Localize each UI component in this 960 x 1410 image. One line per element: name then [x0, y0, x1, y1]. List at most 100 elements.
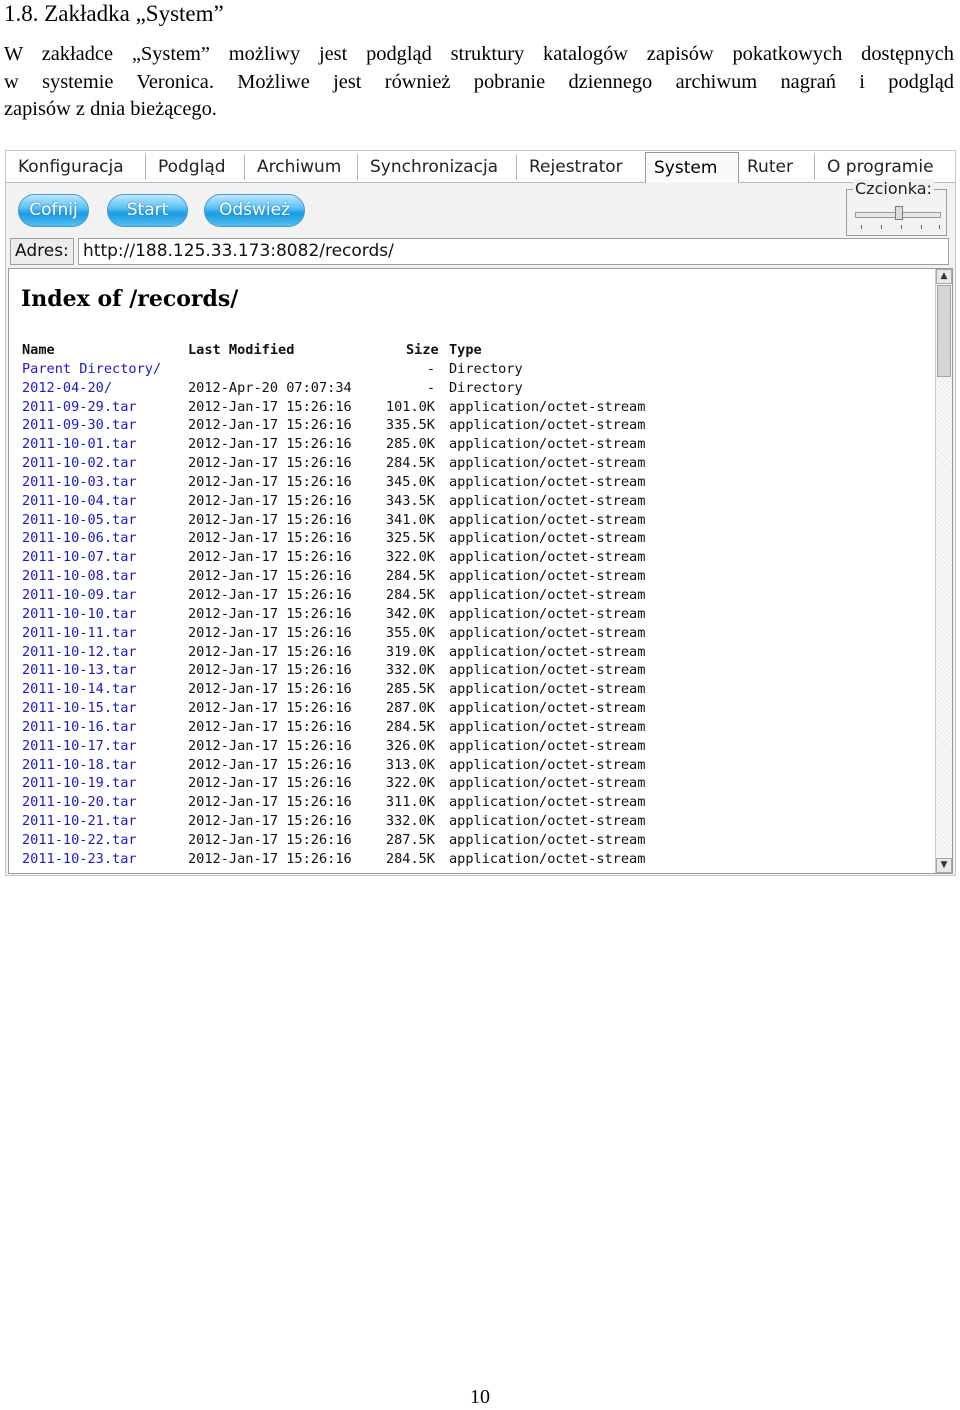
scroll-down-arrow-icon[interactable]: ▼ — [936, 858, 952, 873]
page-title: Index of /records/ — [21, 286, 239, 312]
last-modified-cell: 2012-Jan-17 15:26:16 — [188, 398, 352, 415]
last-modified-cell: 2012-Jan-17 15:26:16 — [188, 549, 352, 566]
type-cell: application/octet-stream — [449, 794, 646, 811]
type-cell: Directory — [449, 379, 523, 396]
address-input[interactable]: http://188.125.33.173:8082/records/ — [78, 238, 949, 265]
column-header-type[interactable]: Type — [449, 341, 482, 360]
scroll-up-arrow-icon[interactable]: ▲ — [936, 269, 952, 284]
file-name-link[interactable]: Parent Directory/ — [22, 360, 161, 379]
file-name-link[interactable]: 2011-10-05.tar — [22, 511, 137, 530]
type-cell: application/octet-stream — [449, 492, 646, 509]
type-cell: application/octet-stream — [449, 530, 646, 547]
tab-konfiguracja[interactable]: Konfiguracja — [10, 154, 146, 180]
type-cell: application/octet-stream — [449, 436, 646, 453]
back-button[interactable]: Cofnij — [18, 194, 89, 227]
start-button[interactable]: Start — [107, 194, 188, 227]
file-name-link[interactable]: 2011-10-06.tar — [22, 529, 137, 548]
type-cell: application/octet-stream — [449, 624, 646, 641]
file-name-link[interactable]: 2011-10-17.tar — [22, 737, 137, 756]
size-cell: 287.5K — [385, 831, 435, 848]
size-cell: 325.5K — [385, 530, 435, 547]
file-name-link[interactable]: 2011-10-22.tar — [22, 831, 137, 850]
column-header-last-modified[interactable]: Last Modified — [188, 341, 294, 360]
scrollbar-thumb[interactable] — [937, 285, 951, 377]
last-modified-cell: 2012-Jan-17 15:26:16 — [188, 417, 352, 434]
size-cell: 101.0K — [385, 398, 435, 415]
file-name-link[interactable]: 2011-10-20.tar — [22, 793, 137, 812]
tab-system[interactable]: System — [645, 152, 739, 183]
file-name-link[interactable]: 2011-10-21.tar — [22, 812, 137, 831]
column-header-name[interactable]: Name — [22, 341, 55, 360]
file-name-link[interactable]: 2011-10-01.tar — [22, 435, 137, 454]
size-cell: 319.0K — [385, 643, 435, 660]
last-modified-cell: 2012-Jan-17 15:26:16 — [188, 586, 352, 603]
tab-bar: Konfiguracja Podgląd Archiwum Synchroniz… — [6, 151, 955, 183]
font-size-group: Czcionka: — [846, 179, 947, 236]
browser-content: Index of /records/ Name Last Modified Si… — [8, 268, 953, 874]
last-modified-cell: 2012-Jan-17 15:26:16 — [188, 718, 352, 735]
last-modified-cell: 2012-Jan-17 15:26:16 — [188, 511, 352, 528]
file-name-link[interactable]: 2011-09-29.tar — [22, 398, 137, 417]
vertical-scrollbar[interactable]: ▲ ▼ — [935, 269, 952, 873]
last-modified-cell: 2012-Jan-17 15:26:16 — [188, 794, 352, 811]
file-name-link[interactable]: 2011-10-15.tar — [22, 699, 137, 718]
size-cell: 322.0K — [385, 549, 435, 566]
size-cell: 332.0K — [385, 662, 435, 679]
paragraph-line: w systemie Veronica. Możliwe jest równie… — [4, 70, 954, 93]
type-cell: application/octet-stream — [449, 417, 646, 434]
last-modified-cell: 2012-Jan-17 15:26:16 — [188, 813, 352, 830]
file-name-link[interactable]: 2011-10-16.tar — [22, 718, 137, 737]
file-name-link[interactable]: 2011-09-30.tar — [22, 416, 137, 435]
file-name-link[interactable]: 2011-10-09.tar — [22, 586, 137, 605]
tab-podglad[interactable]: Podgląd — [150, 154, 245, 180]
tab-archiwum[interactable]: Archiwum — [249, 154, 358, 180]
size-cell: 355.0K — [385, 624, 435, 641]
file-name-link[interactable]: 2011-10-03.tar — [22, 473, 137, 492]
type-cell: application/octet-stream — [449, 662, 646, 679]
tab-synchronizacja[interactable]: Synchronizacja — [362, 154, 517, 180]
file-name-link[interactable]: 2012-04-20/ — [22, 379, 112, 398]
size-cell: 285.5K — [385, 681, 435, 698]
paragraph-line: W zakładce „System” możliwy jest podgląd… — [4, 43, 954, 65]
file-name-link[interactable]: 2011-10-19.tar — [22, 774, 137, 793]
type-cell: application/octet-stream — [449, 850, 646, 867]
last-modified-cell: 2012-Apr-20 07:07:34 — [188, 379, 352, 396]
file-name-link[interactable]: 2011-10-08.tar — [22, 567, 137, 586]
size-cell: 284.5K — [385, 718, 435, 735]
type-cell: application/octet-stream — [449, 643, 646, 660]
size-cell: 335.5K — [385, 417, 435, 434]
size-cell: 322.0K — [385, 775, 435, 792]
file-name-link[interactable]: 2011-10-14.tar — [22, 680, 137, 699]
size-cell: - — [426, 360, 435, 377]
refresh-button[interactable]: Odśwież — [204, 194, 305, 227]
file-name-link[interactable]: 2011-10-18.tar — [22, 756, 137, 775]
size-cell: 345.0K — [385, 473, 435, 490]
last-modified-cell: 2012-Jan-17 15:26:16 — [188, 756, 352, 773]
file-name-link[interactable]: 2011-10-23.tar — [22, 850, 137, 869]
slider-tick — [939, 225, 940, 229]
size-cell: 332.0K — [385, 813, 435, 830]
type-cell: application/octet-stream — [449, 700, 646, 717]
last-modified-cell: 2012-Jan-17 15:26:16 — [188, 737, 352, 754]
app-window: Konfiguracja Podgląd Archiwum Synchroniz… — [5, 150, 956, 876]
file-name-link[interactable]: 2011-10-11.tar — [22, 624, 137, 643]
file-name-link[interactable]: 2011-10-07.tar — [22, 548, 137, 567]
font-size-label: Czcionka: — [853, 179, 934, 199]
file-name-link[interactable]: 2011-10-13.tar — [22, 661, 137, 680]
size-cell: 313.0K — [385, 756, 435, 773]
section-heading: 1.8. Zakładka „System” — [4, 1, 224, 26]
last-modified-cell: 2012-Jan-17 15:26:16 — [188, 455, 352, 472]
type-cell: application/octet-stream — [449, 681, 646, 698]
last-modified-cell: 2012-Jan-17 15:26:16 — [188, 662, 352, 679]
tab-o-programie[interactable]: O programie — [819, 154, 949, 180]
file-name-link[interactable]: 2011-10-02.tar — [22, 454, 137, 473]
type-cell: application/octet-stream — [449, 813, 646, 830]
font-size-slider-handle[interactable] — [895, 206, 903, 220]
tab-rejestrator[interactable]: Rejestrator — [521, 154, 645, 180]
size-cell: 341.0K — [385, 511, 435, 528]
tab-ruter[interactable]: Ruter — [739, 154, 815, 180]
file-name-link[interactable]: 2011-10-04.tar — [22, 492, 137, 511]
file-name-link[interactable]: 2011-10-10.tar — [22, 605, 137, 624]
size-cell: 343.5K — [385, 492, 435, 509]
file-name-link[interactable]: 2011-10-12.tar — [22, 643, 137, 662]
